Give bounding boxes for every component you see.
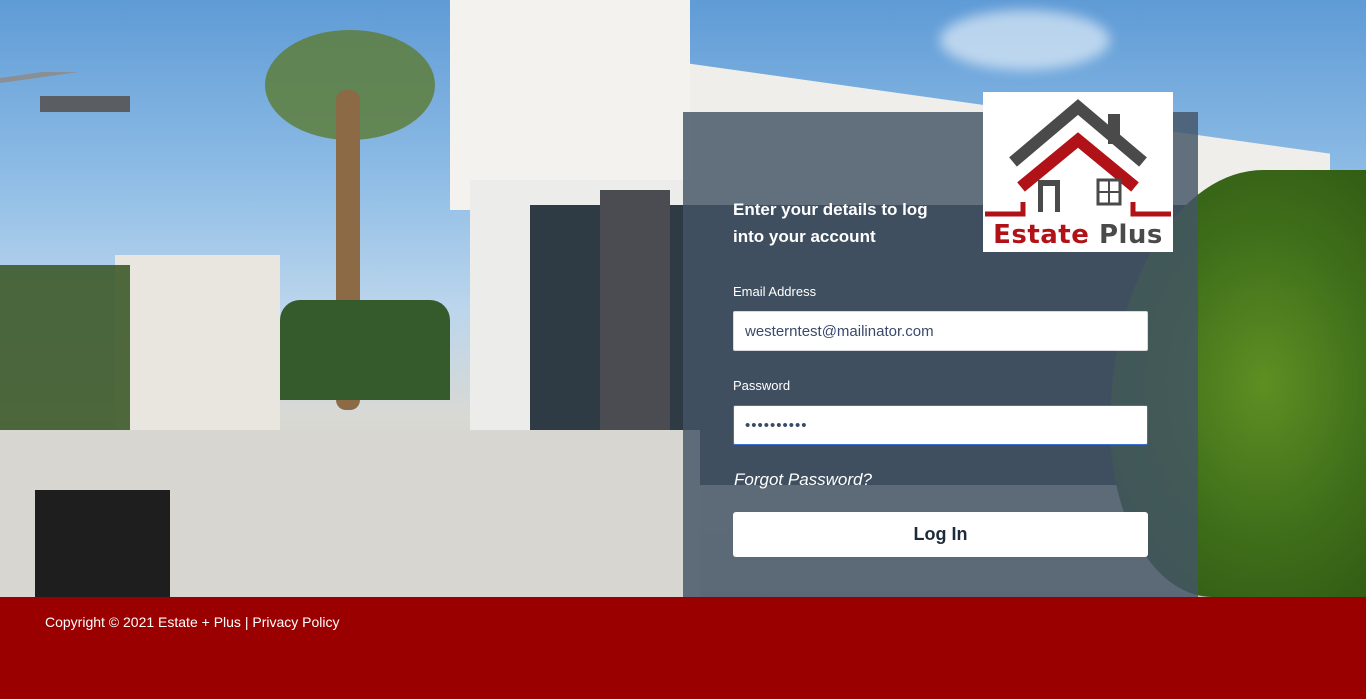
password-label: Password bbox=[733, 378, 791, 393]
login-intro: Enter your details to log into your acco… bbox=[733, 196, 963, 250]
background-trees bbox=[280, 300, 450, 400]
shower-fixture-icon bbox=[0, 72, 130, 112]
house-logo-icon bbox=[985, 99, 1171, 217]
footer: Copyright © 2021 Estate + Plus | Privacy… bbox=[0, 597, 1366, 699]
logo-word-plus: Plus bbox=[1098, 220, 1163, 250]
logo-word-estate: Estate bbox=[993, 220, 1090, 250]
email-field[interactable] bbox=[733, 311, 1148, 351]
planter bbox=[35, 490, 170, 597]
intro-line-1: Enter your details to log bbox=[733, 200, 928, 219]
cloud bbox=[940, 10, 1110, 70]
copyright-text: Copyright © 2021 Estate + Plus bbox=[45, 614, 241, 630]
login-button[interactable]: Log In bbox=[733, 512, 1148, 557]
forgot-password-link[interactable]: Forgot Password? bbox=[734, 470, 872, 490]
privacy-policy-link[interactable]: Privacy Policy bbox=[252, 614, 339, 630]
footer-separator: | bbox=[244, 614, 249, 630]
logo-wordmark: Estate Plus bbox=[983, 220, 1173, 250]
estate-plus-logo: Estate Plus bbox=[983, 92, 1173, 252]
house-upper-floor bbox=[450, 0, 690, 210]
email-label: Email Address bbox=[733, 284, 817, 299]
password-field[interactable] bbox=[733, 405, 1148, 445]
footer-text: Copyright © 2021 Estate + Plus | Privacy… bbox=[45, 614, 340, 630]
intro-line-2: into your account bbox=[733, 227, 876, 246]
